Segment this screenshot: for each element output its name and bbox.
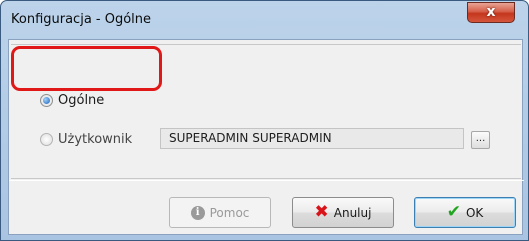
footer-separator [9, 180, 524, 181]
ok-button[interactable]: ✔ OK [414, 197, 516, 228]
browse-user-button[interactable]: ... [471, 131, 490, 149]
option-general[interactable]: Ogólne [40, 93, 104, 108]
close-button[interactable]: x [467, 2, 515, 23]
user-radio[interactable] [40, 133, 53, 146]
checkmark-icon: ✔ [446, 202, 461, 222]
info-icon: i [190, 205, 205, 220]
close-icon: x [486, 4, 496, 20]
user-label: Użytkownik [58, 132, 133, 147]
ok-label: OK [465, 205, 484, 220]
user-field: SUPERADMIN SUPERADMIN [160, 128, 464, 149]
window-title: Konfiguracja - Ogólne [11, 12, 152, 27]
general-label: Ogólne [58, 93, 105, 108]
general-radio[interactable] [40, 94, 53, 107]
x-icon: ✖ [314, 202, 329, 222]
cancel-label: Anuluj [333, 205, 372, 220]
option-user[interactable]: Użytkownik [40, 132, 132, 147]
dialog-window: Konfiguracja - Ogólne x Ogólne Użytkowni… [0, 0, 529, 241]
cancel-button[interactable]: ✖ Anuluj [292, 197, 394, 228]
highlight-annotation [11, 46, 162, 91]
help-button[interactable]: i Pomoc [169, 197, 271, 228]
help-label: Pomoc [209, 205, 250, 220]
